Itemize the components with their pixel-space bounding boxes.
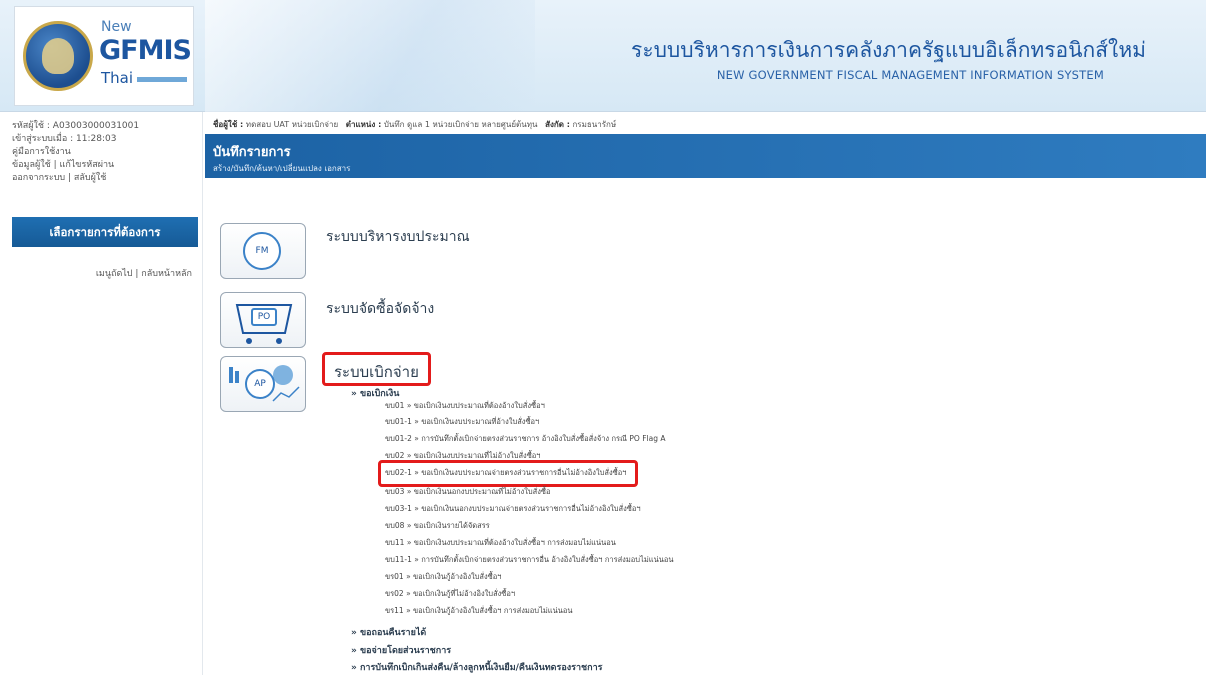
user-value: ทดสอบ UAT หน่วยเบิกจ่าย	[245, 120, 339, 129]
ap-menu-item[interactable]: ขบ08 » ขอเบิกเงินรายได้จัดสรร	[385, 520, 490, 532]
kb02-1-highlight	[378, 460, 638, 487]
ap-menu-item[interactable]: ขบ03-1 » ขอเบิกเงินนอกงบประมาณจ่ายตรงส่ว…	[385, 503, 641, 515]
page-titlebar: บันทึกรายการ สร้าง/บันทึก/ค้นหา/เปลี่ยนแ…	[205, 134, 1206, 178]
top-user-info: ชื่อผู้ใช้ : ทดสอบ UAT หน่วยเบิกจ่าย ตำแ…	[213, 118, 616, 131]
header: New GFMIS Thai ระบบบริหารการเงินการคลังภ…	[0, 0, 1206, 112]
sidebar: รหัสผู้ใช้ : A03003000031001 เข้าสู่ระบบ…	[0, 112, 203, 675]
main-content: FM ระบบบริหารงบประมาณ PO ระบบจัดซื้อจัดจ…	[205, 178, 1206, 675]
gfmis-logo[interactable]: New GFMIS Thai	[14, 6, 194, 106]
nav-links[interactable]: เมนูถัดไป | กลับหน้าหลัก	[96, 266, 192, 280]
affiliation-value: กรมธนารักษ์	[572, 120, 617, 129]
fm-module-title[interactable]: ระบบบริหารงบประมาณ	[326, 226, 470, 248]
select-menu-button[interactable]: เลือกรายการที่ต้องการ	[12, 217, 198, 247]
ap-menu-item[interactable]: ขบ01-2 » การบันทึกตั้งเบิกจ่ายตรงส่วนราช…	[385, 433, 665, 445]
ap-title-highlight	[322, 352, 431, 386]
ap-section-agency-pay[interactable]: » ขอจ่ายโดยส่วนราชการ	[351, 643, 451, 657]
logo-thai-text: Thai	[101, 69, 134, 87]
login-time: เข้าสู่ระบบเมื่อ : 11:28:03	[12, 134, 117, 144]
po-badge: PO	[251, 308, 277, 326]
ap-badge: AP	[245, 369, 275, 399]
user-info: รหัสผู้ใช้ : A03003000031001 เข้าสู่ระบบ…	[0, 112, 202, 185]
po-module-icon[interactable]: PO	[220, 292, 306, 348]
ap-section-overpay-return[interactable]: » การบันทึกเบิกเกินส่งคืน/ล้างลูกหนี้เงิ…	[351, 660, 602, 674]
fm-module-icon[interactable]: FM	[220, 223, 306, 279]
logo-stripe	[137, 77, 187, 82]
user-label: ชื่อผู้ใช้ :	[213, 120, 244, 129]
ap-menu-item[interactable]: ขร02 » ขอเบิกเงินกู้ที่ไม่อ้างอิงใบสั่งซ…	[385, 588, 515, 600]
po-module-title[interactable]: ระบบจัดซื้อจัดจ้าง	[326, 298, 434, 320]
ap-menu-item[interactable]: ขร11 » ขอเบิกเงินกู้อ้างอิงใบสั่งซื้อฯ ก…	[385, 605, 573, 617]
page-subtitle: สร้าง/บันทึก/ค้นหา/เปลี่ยนแปลง เอกสาร	[213, 164, 351, 173]
system-title-english: NEW GOVERNMENT FISCAL MANAGEMENT INFORMA…	[716, 68, 1104, 82]
manual-link[interactable]: คู่มือการใช้งาน	[12, 146, 190, 159]
position-label: ตำแหน่ง :	[345, 120, 382, 129]
ap-menu-item[interactable]: ขร01 » ขอเบิกเงินกู้อ้างอิงใบสั่งซื้อฯ	[385, 571, 501, 583]
logo-gfmis-text: GFMIS	[99, 35, 192, 66]
ap-menu-item[interactable]: ขบ11-1 » การบันทึกตั้งเบิกจ่ายตรงส่วนราช…	[385, 554, 673, 566]
page-title: บันทึกรายการ	[213, 145, 291, 160]
ap-menu-item[interactable]: ขบ01-1 » ขอเบิกเงินงบประมาณที่อ้างใบสั่ง…	[385, 416, 539, 428]
ap-module-icon[interactable]: AP	[220, 356, 306, 412]
ap-menu-item[interactable]: ขบ03 » ขอเบิกเงินนอกงบประมาณที่ไม่อ้างใบ…	[385, 486, 550, 498]
logout-links[interactable]: ออกจากระบบ | สลับผู้ใช้	[12, 172, 190, 185]
profile-links[interactable]: ข้อมูลผู้ใช้ | แก้ไขรหัสผ่าน	[12, 159, 190, 172]
position-value: บันทึก ดูแล 1 หน่วยเบิกจ่าย หลายศูนย์ต้น…	[383, 120, 538, 129]
ap-section-withdraw[interactable]: » ขอเบิกเงิน	[351, 386, 399, 400]
ap-menu-item[interactable]: ขบ01 » ขอเบิกเงินงบประมาณที่ต้องอ้างใบสั…	[385, 400, 545, 412]
user-id: รหัสผู้ใช้ : A03003000031001	[12, 121, 140, 131]
fm-budget-icon: FM	[243, 232, 281, 270]
ap-menu-item[interactable]: ขบ11 » ขอเบิกเงินงบประมาณที่ต้องอ้างใบสั…	[385, 537, 616, 549]
emblem-icon	[23, 21, 93, 91]
header-graphic	[205, 0, 535, 112]
ap-section-revenue-refund[interactable]: » ขอถอนคืนรายได้	[351, 625, 426, 639]
system-title-thai: ระบบบริหารการเงินการคลังภาครัฐแบบอิเล็กท…	[631, 38, 1146, 62]
logo-new-text: New	[101, 19, 132, 35]
affiliation-label: สังกัด :	[545, 120, 570, 129]
